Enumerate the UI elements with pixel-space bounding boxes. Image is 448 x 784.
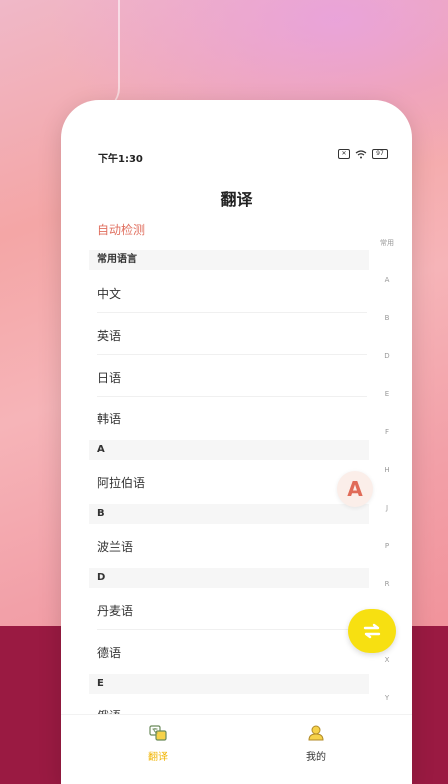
index-b[interactable]: B: [377, 314, 397, 322]
list-item-arabic[interactable]: 阿拉伯语: [97, 474, 145, 491]
index-e[interactable]: E: [377, 390, 397, 398]
list-item-danish[interactable]: 丹麦语: [97, 602, 133, 619]
divider: [97, 396, 367, 397]
section-header-a: A: [89, 440, 369, 460]
phone-screen: 下午1:30 ✕ 97 翻译 自动检测 常用语言 中文 英语 日语 韩语 A 阿…: [61, 100, 412, 784]
section-header-d: D: [89, 568, 369, 588]
list-item-polish[interactable]: 波兰语: [97, 538, 133, 555]
divider: [97, 629, 367, 630]
battery-icon: 97: [372, 149, 388, 159]
list-item-german[interactable]: 德语: [97, 644, 121, 661]
letter-indicator-bubble: A: [337, 471, 373, 507]
index-j[interactable]: J: [377, 504, 397, 512]
list-item-korean[interactable]: 韩语: [97, 410, 121, 427]
list-item-japanese[interactable]: 日语: [97, 369, 121, 386]
index-p[interactable]: P: [377, 542, 397, 550]
list-item-english[interactable]: 英语: [97, 327, 121, 344]
swap-icon: [363, 623, 381, 639]
divider: [97, 354, 367, 355]
index-y[interactable]: Y: [377, 694, 397, 702]
section-header-e: E: [89, 674, 369, 694]
index-a[interactable]: A: [377, 276, 397, 284]
section-header-b: B: [89, 504, 369, 524]
index-h[interactable]: H: [377, 466, 397, 474]
background-curve: [98, 0, 120, 110]
auto-detect-item[interactable]: 自动检测: [97, 221, 145, 238]
divider: [97, 312, 367, 313]
tab-label-translate: 翻译: [148, 752, 168, 763]
index-f[interactable]: F: [377, 428, 397, 436]
wifi-icon: [355, 149, 367, 158]
switch-language-button[interactable]: [348, 609, 396, 653]
section-header-common: 常用语言: [89, 250, 369, 270]
tab-translate[interactable]: 翻译: [128, 725, 188, 763]
index-x[interactable]: X: [377, 656, 397, 664]
index-d[interactable]: D: [377, 352, 397, 360]
tab-profile[interactable]: 我的: [286, 725, 346, 763]
status-time: 下午1:30: [98, 154, 143, 165]
translate-icon: [149, 725, 167, 741]
index-common[interactable]: 常用: [377, 238, 397, 248]
index-r[interactable]: R: [377, 580, 397, 588]
tab-label-profile: 我的: [306, 752, 326, 763]
status-icons: ✕ 97: [338, 149, 388, 159]
profile-icon: [308, 725, 324, 741]
bottom-tab-bar: 翻译 我的: [61, 714, 412, 784]
signal-icon: ✕: [338, 149, 350, 159]
list-item-chinese[interactable]: 中文: [97, 285, 121, 302]
page-title: 翻译: [220, 190, 253, 209]
